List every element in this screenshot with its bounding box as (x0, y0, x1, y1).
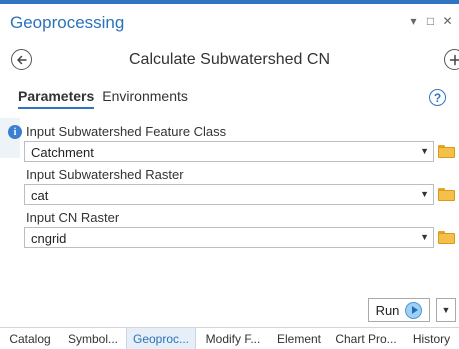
tab-parameters[interactable]: Parameters (18, 88, 95, 109)
feature-class-value: Catchment (31, 145, 94, 160)
info-icon[interactable]: i (8, 125, 22, 139)
pane-close-icon[interactable]: ✕ (442, 14, 453, 28)
dock-tab-modify-features[interactable]: Modify F... (196, 328, 270, 349)
dock-tab-chart-properties[interactable]: Chart Pro... (328, 328, 404, 349)
pane-options-icon[interactable]: ▾ (408, 14, 419, 28)
tool-tabs: Parameters Environments (18, 88, 188, 109)
run-button[interactable]: Run (368, 298, 430, 322)
pane-controls: ▾ □ ✕ (408, 14, 453, 28)
subwatershed-raster-value: cat (31, 188, 49, 203)
dock-tab-catalog[interactable]: Catalog (0, 328, 60, 349)
feature-class-combobox[interactable]: Catchment ▼ (24, 141, 434, 162)
dock-tab-element[interactable]: Element (270, 328, 328, 349)
pane-title: Geoprocessing (10, 13, 125, 32)
tab-environments[interactable]: Environments (102, 88, 188, 109)
tool-header: Calculate Subwatershed CN (0, 44, 459, 76)
subwatershed-raster-combobox[interactable]: cat ▼ (24, 184, 434, 205)
param-label-cn-raster: Input CN Raster (26, 210, 120, 225)
pane-header: Geoprocessing ▾ □ ✕ (0, 4, 459, 38)
chevron-down-icon[interactable]: ▼ (420, 189, 429, 199)
cn-raster-combobox[interactable]: cngrid ▼ (24, 227, 434, 248)
chevron-down-icon: ▼ (441, 305, 451, 315)
browse-folder-icon[interactable] (438, 231, 455, 244)
chevron-down-icon[interactable]: ▼ (420, 146, 429, 156)
browse-folder-icon[interactable] (438, 188, 455, 201)
run-label: Run (375, 302, 400, 318)
plus-icon (449, 54, 459, 65)
tool-title: Calculate Subwatershed CN (129, 51, 330, 68)
chevron-down-icon[interactable]: ▼ (420, 232, 429, 242)
run-options-dropdown[interactable]: ▼ (436, 298, 456, 322)
dock-tab-geoprocessing[interactable]: Geoproc... (126, 328, 196, 349)
param-label-subwatershed-raster: Input Subwatershed Raster (26, 167, 184, 182)
add-button[interactable] (444, 49, 459, 70)
dock-tab-strip: Catalog Symbol... Geoproc... Modify F...… (0, 327, 459, 349)
param-label-feature-class: Input Subwatershed Feature Class (26, 124, 227, 139)
browse-folder-icon[interactable] (438, 145, 455, 158)
dock-tab-symbology[interactable]: Symbol... (60, 328, 126, 349)
cn-raster-value: cngrid (31, 231, 67, 246)
dock-tab-history[interactable]: History (404, 328, 459, 349)
play-icon (405, 301, 423, 319)
help-icon[interactable]: ? (429, 89, 446, 106)
pane-maximize-icon[interactable]: □ (425, 14, 436, 28)
